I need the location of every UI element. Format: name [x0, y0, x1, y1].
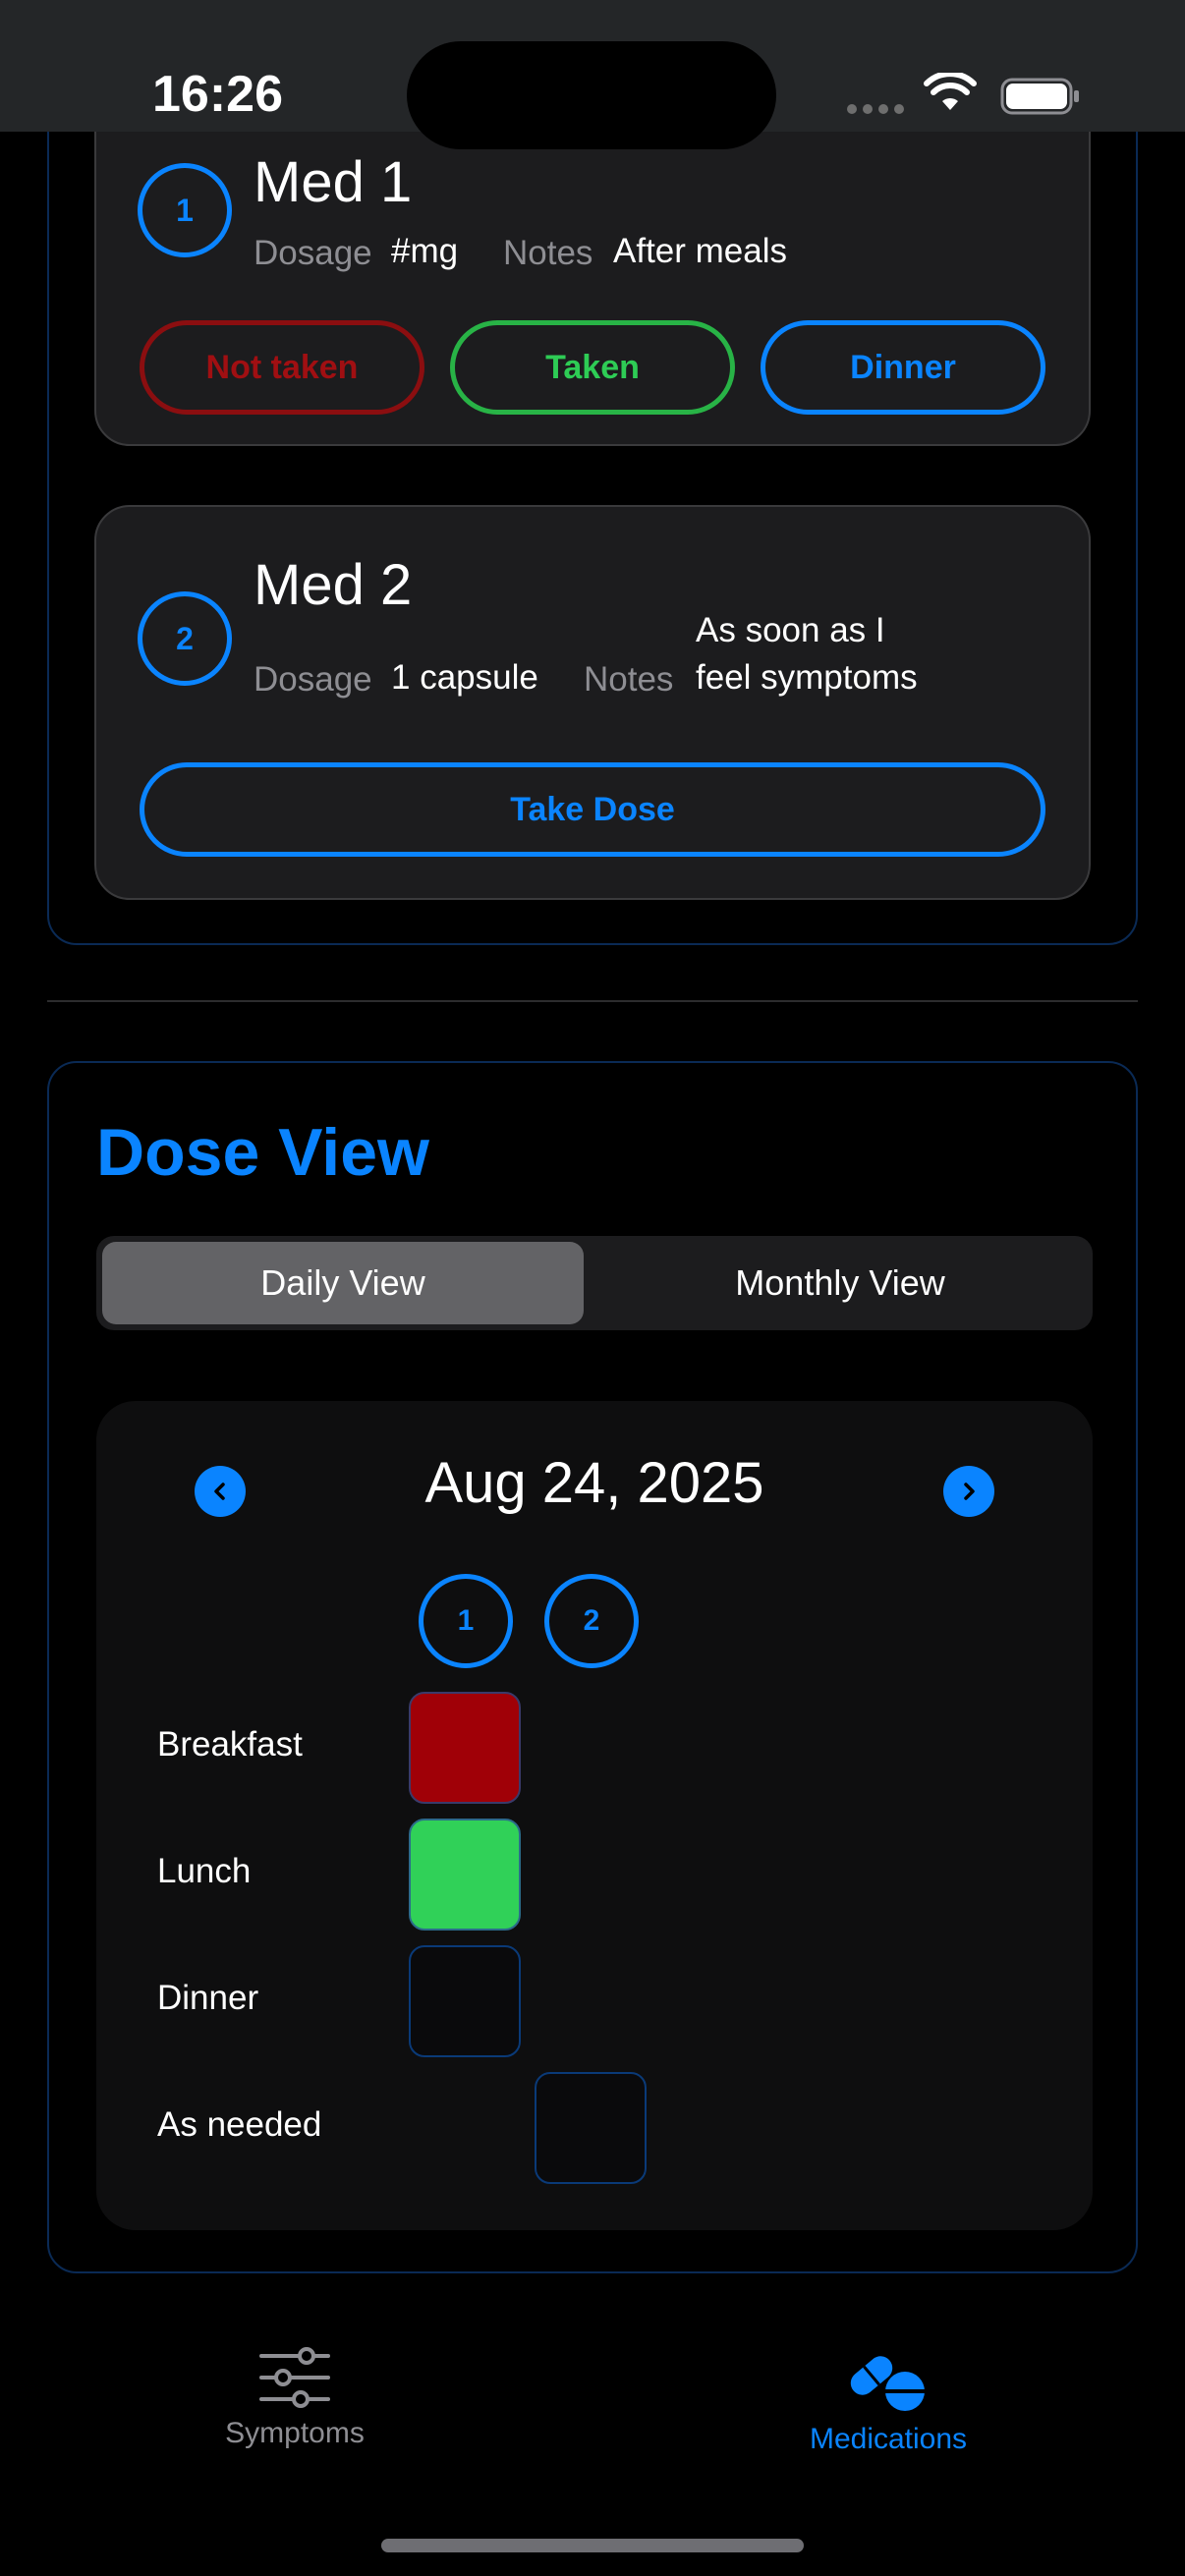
tab-medications[interactable]: Medications [780, 2346, 996, 2456]
notes-value: After meals [613, 232, 787, 270]
med-column-header: 2 [544, 1574, 639, 1668]
dose-cell-as-needed-med2[interactable] [535, 2072, 647, 2184]
row-label-lunch: Lunch [157, 1852, 252, 1890]
tab-label: Medications [809, 2423, 968, 2455]
cellular-signal-icon [847, 104, 904, 114]
wifi-icon [924, 73, 977, 110]
med-number-badge: 1 [138, 163, 232, 257]
sliders-icon [259, 2347, 330, 2408]
notes-line: feel symptoms [696, 658, 918, 697]
daily-dose-grid: Aug 24, 2025 1 2 Breakfast Lunch Dinner … [96, 1401, 1093, 2230]
notes-label: Notes [503, 234, 593, 272]
dose-view-title: Dose View [96, 1115, 429, 1190]
segment-monthly-view[interactable]: Monthly View [593, 1242, 1087, 1324]
dosage-value: #mg [391, 232, 459, 270]
dynamic-island [407, 41, 776, 149]
take-dose-button[interactable]: Take Dose [140, 762, 1045, 857]
dosage-value: 1 capsule [391, 658, 538, 697]
view-segmented-control: Daily View Monthly View [96, 1236, 1093, 1330]
status-time: 16:26 [152, 66, 283, 123]
notes-label: Notes [584, 660, 674, 699]
med-name: Med 1 [254, 150, 413, 214]
dose-cell-dinner-med1[interactable] [409, 1945, 521, 2057]
chevron-right-icon [964, 1483, 975, 1500]
dosage-label: Dosage [254, 660, 372, 699]
pills-icon [850, 2356, 925, 2411]
dose-cell-breakfast-med1[interactable] [409, 1692, 521, 1804]
not-taken-button[interactable]: Not taken [140, 320, 424, 415]
dose-view-section: Dose View Daily View Monthly View Aug 24… [47, 1061, 1138, 2273]
tab-label: Symptoms [225, 2417, 365, 2449]
notes-line: As soon as I [696, 611, 885, 649]
section-divider [47, 1000, 1138, 1002]
med-name: Med 2 [254, 553, 413, 617]
med-card-2: 2 Med 2 Dosage 1 capsule Notes As soon a… [94, 505, 1091, 900]
dosage-label: Dosage [254, 234, 372, 272]
row-label-as-needed: As needed [157, 2105, 322, 2144]
current-date: Aug 24, 2025 [424, 1451, 764, 1515]
row-label-dinner: Dinner [157, 1979, 259, 2017]
next-day-button[interactable] [943, 1466, 994, 1517]
tab-symptoms[interactable]: Symptoms [197, 2346, 393, 2450]
notes-value: As soon as I feel symptoms [696, 607, 918, 701]
med-column-header: 1 [419, 1574, 513, 1668]
battery-icon [1000, 78, 1079, 115]
taken-button[interactable]: Taken [450, 320, 735, 415]
segment-daily-view[interactable]: Daily View [102, 1242, 584, 1324]
row-label-breakfast: Breakfast [157, 1725, 303, 1764]
dinner-button[interactable]: Dinner [761, 320, 1045, 415]
home-indicator[interactable] [381, 2539, 804, 2552]
dose-cell-lunch-med1[interactable] [409, 1819, 521, 1931]
med-number-badge: 2 [138, 591, 232, 686]
